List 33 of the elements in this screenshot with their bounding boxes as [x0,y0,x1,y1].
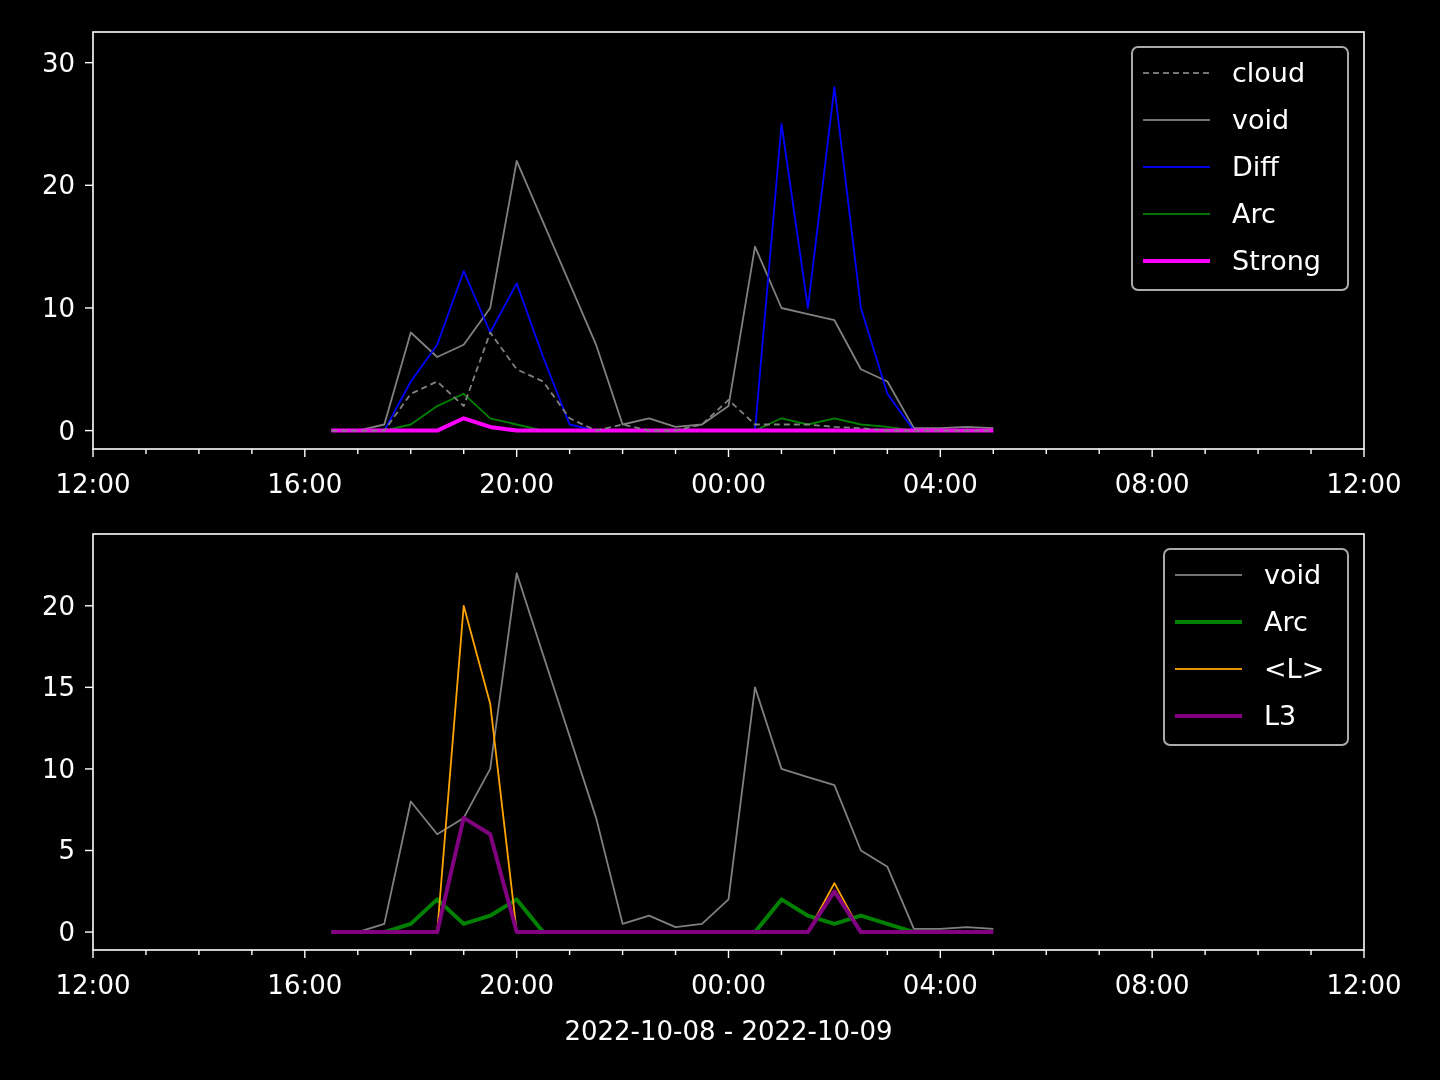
y-tick-label: 0 [58,917,75,948]
x-axis-label: 2022-10-08 - 2022-10-09 [564,1016,893,1046]
legend-label: void [1232,104,1290,135]
x-tick-label: 12:00 [1326,469,1402,499]
y-tick-label: 30 [41,47,75,78]
x-tick-label: 12:00 [55,970,131,1000]
x-tick-label: 08:00 [1114,469,1190,499]
x-tick-label: 12:00 [1326,970,1402,1000]
x-tick-label: 04:00 [902,469,978,499]
x-tick-label: 20:00 [479,970,555,1000]
x-tick-label: 00:00 [691,469,766,499]
y-tick-label: 10 [41,292,75,323]
x-tick-label: 16:00 [267,970,343,1000]
y-tick-label: 20 [41,590,75,621]
y-tick-label: 5 [58,835,75,866]
x-tick-label: 08:00 [1114,970,1190,1000]
legend-label: <L> [1264,653,1325,684]
x-tick-label: 00:00 [691,970,766,1000]
x-tick-label: 12:00 [55,469,131,499]
x-tick-label: 16:00 [267,469,343,499]
legend-label: Arc [1232,198,1276,229]
x-tick-label: 04:00 [902,970,978,1000]
legend-label: Strong [1232,245,1321,276]
legend-label: Diff [1232,151,1279,182]
legend-label: L3 [1264,700,1297,731]
legend-label: cloud [1232,57,1306,88]
legend-label: Arc [1264,606,1308,637]
y-tick-label: 0 [58,415,75,446]
y-tick-label: 15 [41,672,75,703]
x-tick-label: 20:00 [479,469,555,499]
y-tick-label: 10 [41,753,75,784]
legend-label: void [1264,559,1322,590]
y-tick-label: 20 [41,170,75,201]
